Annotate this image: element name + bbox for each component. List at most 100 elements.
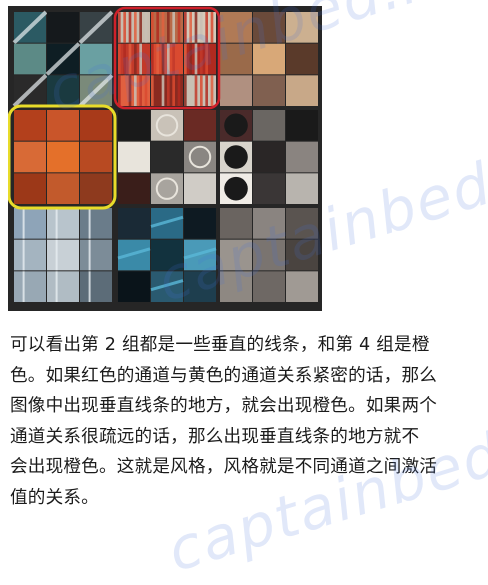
stripe-mark: [172, 75, 175, 106]
stripe-mark: [205, 12, 208, 43]
stripe-mark: [118, 75, 121, 106]
stripe-mark: [172, 43, 175, 75]
texture-tile: [118, 110, 150, 141]
texture-tile: [253, 110, 285, 141]
stripe-mark: [200, 75, 203, 106]
stripe-mark: [194, 75, 198, 106]
stripe-mark: [200, 43, 203, 75]
circle-mark: [224, 113, 248, 138]
texture-tile: [220, 208, 252, 239]
texture-tile: [14, 141, 46, 173]
texture-tile: [253, 271, 285, 302]
stripe-mark: [210, 12, 214, 43]
texture-tile: [253, 75, 285, 106]
stripe-mark: [200, 12, 203, 43]
texture-tile: [118, 173, 150, 204]
stripe-mark: [161, 12, 165, 43]
stripe-mark: [189, 75, 192, 106]
texture-tile: [286, 271, 318, 302]
texture-tile: [14, 208, 46, 239]
texture-tile: [286, 141, 318, 173]
texture-tile: [47, 141, 79, 173]
stripe-mark: [177, 43, 181, 75]
texture-tile: [80, 43, 112, 75]
style-channel-grid-figure: [8, 6, 322, 311]
stripe-mark: [156, 12, 159, 43]
stripe-mark: [184, 75, 187, 106]
texture-tile: [80, 271, 112, 302]
texture-tile: [118, 208, 150, 239]
stripe-mark: [134, 43, 137, 75]
texture-tile: [286, 75, 318, 106]
stripe-mark: [184, 12, 187, 43]
stripe-mark: [210, 75, 214, 106]
texture-tile: [47, 12, 79, 43]
texture-tile: [286, 110, 318, 141]
texture-tile: [220, 271, 252, 302]
texture-tile: [151, 141, 183, 173]
circle-mark: [224, 145, 248, 169]
texture-tile: [14, 110, 46, 141]
texture-tile: [184, 173, 216, 204]
texture-tile: [47, 173, 79, 204]
stripe-mark: [151, 12, 154, 43]
stripe-mark: [144, 12, 148, 43]
stripe-mark: [134, 75, 137, 106]
texture-tile: [253, 43, 285, 75]
stripe-mark: [151, 43, 154, 75]
texture-tile: [80, 110, 112, 141]
stripe-mark: [118, 12, 121, 43]
circle-mark: [224, 176, 248, 201]
texture-tile: [151, 239, 183, 271]
texture-tile: [253, 239, 285, 271]
stripe-mark: [123, 75, 126, 106]
stripe-mark: [194, 43, 198, 75]
caption-paragraph: 可以看出第 2 组都是一些垂直的线条，和第 4 组是橙 色。如果红色的通道与黄色…: [10, 330, 480, 513]
texture-tile: [80, 173, 112, 204]
texture-tile: [47, 75, 79, 106]
stripe-mark: [167, 75, 170, 106]
texture-tile: [80, 208, 112, 239]
stripe-mark: [128, 12, 132, 43]
caption-line: 会出现橙色。这就是风格，风格就是不同通道之间激活: [10, 457, 438, 477]
caption-line: 色。如果红色的通道与黄色的通道关系紧密的话，那么: [10, 365, 438, 386]
channel-activation-grid: [8, 6, 318, 302]
texture-tile: [80, 239, 112, 271]
texture-tile: [286, 12, 318, 43]
texture-tile: [220, 75, 252, 106]
stripe-mark: [189, 43, 192, 75]
stripe-mark: [189, 12, 192, 43]
texture-tile: [286, 43, 318, 75]
texture-tile: [47, 110, 79, 141]
stripe-mark: [161, 43, 165, 75]
texture-tile: [47, 271, 79, 302]
texture-tile: [220, 43, 252, 75]
caption-line: 可以看出第 2 组都是一些垂直的线条，和第 4 组是橙: [10, 335, 430, 355]
stripe-mark: [210, 43, 214, 75]
texture-tile: [286, 173, 318, 204]
stripe-mark: [184, 43, 187, 75]
stripe-mark: [205, 75, 208, 106]
texture-tile: [253, 173, 285, 204]
stripe-mark: [139, 75, 142, 106]
texture-tile: [253, 141, 285, 173]
stripe-mark: [194, 12, 198, 43]
stripe-mark: [161, 75, 165, 106]
stripe-mark: [167, 12, 170, 43]
texture-tile: [220, 12, 252, 43]
stripe-mark: [177, 12, 181, 43]
stripe-mark: [128, 75, 132, 106]
stripe-mark: [123, 43, 126, 75]
caption-line: 值的关系。: [10, 487, 99, 508]
stripe-mark: [156, 43, 159, 75]
texture-tile: [184, 271, 216, 302]
texture-tile: [14, 271, 46, 302]
stripe-mark: [167, 43, 170, 75]
texture-tile: [286, 208, 318, 239]
stripe-mark: [144, 75, 148, 106]
caption-line: 图像中出现垂直线条的地方，就会出现橙色。如果两个: [10, 396, 438, 416]
texture-tile: [47, 239, 79, 271]
texture-tile: [14, 239, 46, 271]
stripe-mark: [139, 43, 142, 75]
texture-tile: [184, 110, 216, 141]
